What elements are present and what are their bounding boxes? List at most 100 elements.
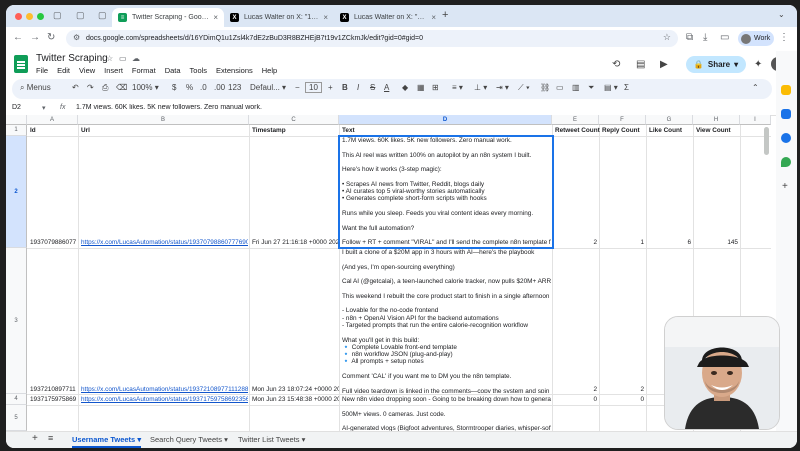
print-icon[interactable]: ⎙: [102, 83, 108, 93]
gemini-icon[interactable]: ✦: [754, 59, 762, 70]
keep-icon[interactable]: [781, 85, 791, 95]
row-header-5[interactable]: 5: [6, 405, 27, 431]
cell-f2[interactable]: 1: [602, 239, 644, 246]
column-header-f[interactable]: F: [599, 115, 646, 125]
url-field[interactable]: ⚙ docs.google.com/spreadsheets/d/16YDimQ…: [66, 30, 678, 47]
font-size-decrease-icon[interactable]: −: [295, 83, 300, 92]
row-header-4[interactable]: 4: [6, 394, 27, 405]
cell-e1[interactable]: Retweet Count: [555, 127, 600, 134]
browser-menu-icon[interactable]: ⋮: [779, 32, 789, 43]
profile-button[interactable]: Work: [738, 31, 774, 46]
collapse-toolbar-icon[interactable]: ⌃: [752, 83, 759, 92]
merge-cells-icon[interactable]: ⊞: [432, 83, 439, 92]
text-color-icon[interactable]: A: [384, 83, 389, 92]
cell-b1[interactable]: Url: [81, 127, 90, 134]
cell-d3[interactable]: I built a clone of a $20M app in 3 hours…: [342, 249, 551, 393]
menu-view[interactable]: View: [79, 66, 95, 75]
star-icon[interactable]: ☆: [106, 54, 113, 63]
column-header-h[interactable]: H: [693, 115, 740, 125]
pinned-tab-icon[interactable]: ▢: [98, 10, 107, 21]
meet-icon[interactable]: ▶: [660, 59, 668, 70]
percent-format-button[interactable]: %: [186, 83, 193, 92]
cell-g1[interactable]: Like Count: [649, 127, 682, 134]
tab-search-icon[interactable]: ⌄: [778, 10, 785, 19]
tab-group-icon[interactable]: ▢: [53, 10, 62, 21]
cell-f3[interactable]: 2: [602, 386, 644, 393]
cell-b4-link[interactable]: https://x.com/LucasAutomation/status/193…: [81, 396, 248, 403]
cell-c2[interactable]: Fri Jun 27 21:16:18 +0000 2025: [252, 239, 339, 246]
sheet-tab-search-query-tweets[interactable]: Search Query Tweets ▾: [150, 435, 228, 444]
paint-format-icon[interactable]: ⌫: [116, 83, 127, 92]
filter-icon[interactable]: ⏷: [588, 83, 594, 93]
redo-icon[interactable]: ↷: [87, 83, 94, 92]
vertical-scrollbar[interactable]: [764, 127, 769, 155]
cell-c3[interactable]: Mon Jun 23 18:07:24 +0000 2025: [252, 386, 339, 393]
bookmark-star-icon[interactable]: ☆: [663, 32, 671, 43]
column-header-g[interactable]: G: [646, 115, 693, 125]
name-box[interactable]: D2: [12, 104, 21, 111]
menu-edit[interactable]: Edit: [57, 66, 70, 75]
text-rotation-icon[interactable]: ⟋ ▾: [518, 83, 530, 93]
formula-input[interactable]: 1.7M views. 60K likes. 5K new followers.…: [76, 104, 766, 111]
insert-comment-icon[interactable]: ▭: [556, 83, 564, 92]
row-header-1[interactable]: 1: [6, 125, 27, 136]
zoom-select[interactable]: 100% ▾: [132, 83, 159, 92]
extensions-icon[interactable]: ⧉: [686, 32, 693, 43]
borders-icon[interactable]: ▦: [417, 83, 425, 92]
insert-chart-icon[interactable]: ▥: [572, 83, 580, 92]
cell-c4[interactable]: Mon Jun 23 15:48:38 +0000 2025: [252, 396, 339, 403]
cell-d4[interactable]: New n8n video dropping soon - Going to b…: [342, 396, 551, 431]
font-select[interactable]: Defaul... ▾: [250, 83, 286, 92]
cell-g2[interactable]: 6: [649, 239, 691, 246]
column-header-d[interactable]: D: [339, 115, 552, 125]
italic-icon[interactable]: I: [357, 83, 359, 92]
filter-views-icon[interactable]: ▤ ▾: [604, 83, 618, 92]
fill-color-icon[interactable]: ◆: [402, 83, 408, 92]
cell-b3-link[interactable]: https://x.com/LucasAutomation/status/193…: [81, 386, 248, 393]
minimize-window-button[interactable]: [26, 13, 33, 20]
history-icon[interactable]: ⟲: [612, 59, 620, 70]
browser-tab-x-2[interactable]: X Lucas Walter on X: "1.7M views ×: [334, 8, 442, 27]
contacts-icon[interactable]: [781, 133, 791, 143]
maps-icon[interactable]: [781, 157, 791, 167]
close-tab-icon[interactable]: ×: [431, 13, 436, 22]
strikethrough-icon[interactable]: S: [370, 83, 375, 92]
sheet-tab-username-tweets[interactable]: Username Tweets ▾: [72, 435, 142, 448]
comments-icon[interactable]: ▤: [636, 59, 645, 70]
search-menus-field[interactable]: ⌕ Menus: [20, 83, 51, 93]
select-all-corner[interactable]: [6, 115, 27, 125]
menu-data[interactable]: Data: [165, 66, 181, 75]
column-header-i[interactable]: I: [740, 115, 771, 125]
pinned-tab-icon[interactable]: ▢: [76, 10, 85, 21]
cell-f4[interactable]: 0: [602, 396, 644, 403]
increase-decimal-button[interactable]: .00: [214, 83, 225, 92]
text-wrap-icon[interactable]: ⇥ ▾: [496, 83, 509, 92]
cell-a3[interactable]: 1937210897711: [30, 386, 78, 393]
undo-icon[interactable]: ↶: [72, 83, 79, 92]
download-icon[interactable]: ⤓: [703, 32, 707, 43]
vertical-align-icon[interactable]: ⊥ ▾: [474, 83, 487, 92]
menu-insert[interactable]: Insert: [104, 66, 123, 75]
site-info-icon[interactable]: ⚙: [73, 33, 80, 42]
menu-extensions[interactable]: Extensions: [216, 66, 253, 75]
sheet-tab-twitter-list-tweets[interactable]: Twitter List Tweets ▾: [238, 435, 305, 444]
menu-tools[interactable]: Tools: [190, 66, 208, 75]
maximize-window-button[interactable]: [37, 13, 44, 20]
cell-d1[interactable]: Text: [342, 127, 355, 134]
menu-format[interactable]: Format: [132, 66, 156, 75]
close-window-button[interactable]: [15, 13, 22, 20]
back-icon[interactable]: ←: [13, 32, 23, 43]
currency-format-button[interactable]: $: [172, 83, 176, 92]
browser-tab-x-1[interactable]: X Lucas Walter on X: "1.7M views ×: [224, 8, 334, 27]
cell-e2[interactable]: 2: [555, 239, 597, 246]
new-tab-icon[interactable]: +: [442, 9, 448, 21]
cell-h2[interactable]: 145: [696, 239, 738, 246]
add-sheet-icon[interactable]: +: [32, 433, 38, 444]
horizontal-align-icon[interactable]: ≡ ▾: [452, 83, 463, 92]
sheets-logo-icon[interactable]: [14, 55, 28, 73]
more-formats-button[interactable]: 123: [228, 83, 241, 92]
tasks-icon[interactable]: [781, 109, 791, 119]
row-header-2[interactable]: 2: [6, 136, 27, 248]
functions-icon[interactable]: Σ: [624, 83, 629, 92]
name-box-chevron-icon[interactable]: ▾: [42, 104, 46, 112]
